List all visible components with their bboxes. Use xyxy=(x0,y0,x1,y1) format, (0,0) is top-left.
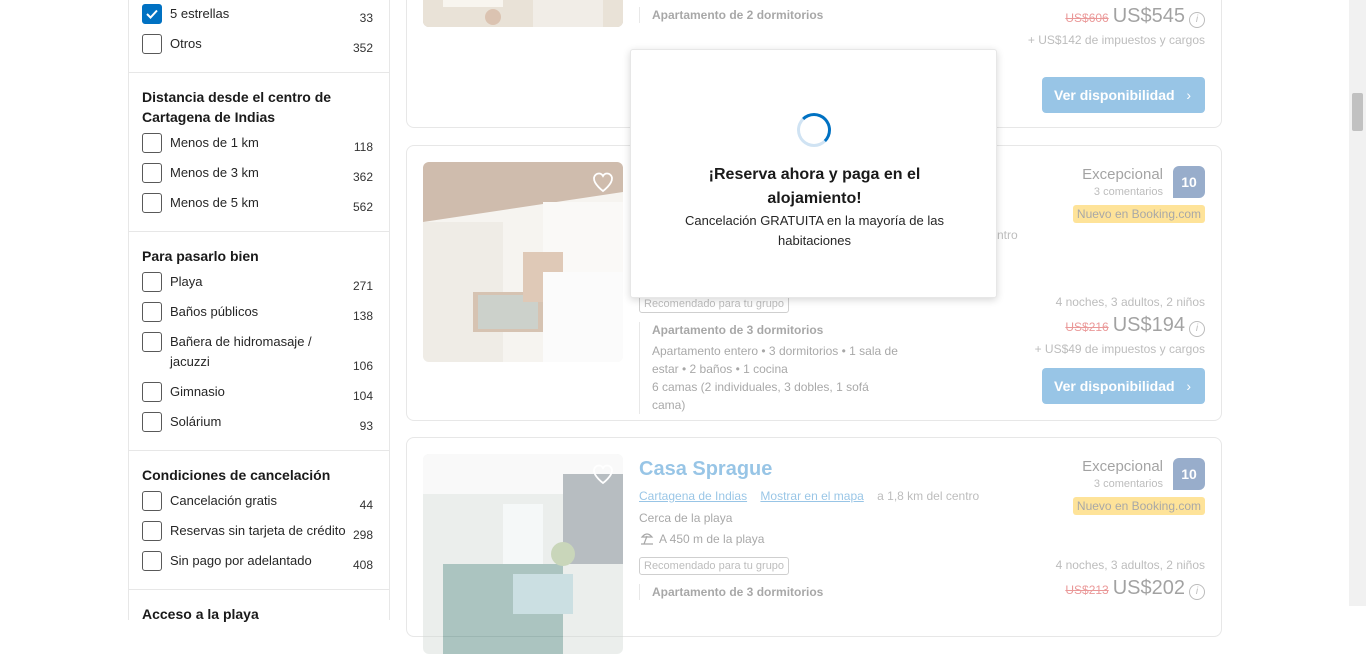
filter-title-cancellation: Condiciones de cancelación xyxy=(142,467,331,483)
checkbox[interactable] xyxy=(142,302,162,322)
beach-umbrella-icon xyxy=(640,533,654,545)
checkbox[interactable] xyxy=(142,412,162,432)
checkbox[interactable] xyxy=(142,491,162,511)
checkbox[interactable] xyxy=(142,382,162,402)
filter-title-distance: Distancia desde el centro de Cartagena d… xyxy=(142,89,332,125)
filter-5-stars[interactable]: 5 estrellas 33 xyxy=(129,4,389,34)
filter-jacuzzi[interactable]: Bañera de hidromasaje / jacuzzi 106 xyxy=(129,332,389,382)
old-price: US$606 xyxy=(1065,11,1109,25)
rating-word: Excepcional xyxy=(1082,166,1163,183)
old-price: US$216 xyxy=(1065,320,1109,334)
filter-distance-5km[interactable]: Menos de 5 km 562 xyxy=(129,193,389,223)
review-score[interactable]: 10 xyxy=(1173,166,1205,198)
loading-spinner-icon xyxy=(797,113,831,147)
show-on-map-link[interactable]: Mostrar en el mapa xyxy=(760,489,863,503)
vertical-scrollbar[interactable] xyxy=(1349,0,1366,606)
city-link[interactable]: Cartagena de Indias xyxy=(639,489,747,503)
filter-others[interactable]: Otros 352 xyxy=(129,34,389,64)
filters-sidebar: 5 estrellas 33 Otros 352 Distancia desde… xyxy=(128,0,390,622)
tax-line: + US$49 de impuestos y cargos xyxy=(1034,342,1205,356)
rating-count: 3 comentarios xyxy=(1093,186,1163,198)
room-block: Apartamento de 3 dormitorios xyxy=(639,584,823,600)
property-photo[interactable] xyxy=(423,162,623,362)
heart-icon[interactable] xyxy=(591,462,615,486)
checkbox[interactable] xyxy=(142,163,162,183)
checkbox[interactable] xyxy=(142,521,162,541)
new-badge: Nuevo en Booking.com xyxy=(1072,497,1205,515)
room-block: Apartamento de 2 dormitorios xyxy=(639,7,823,23)
check-icon xyxy=(146,9,158,19)
old-price: US$213 xyxy=(1065,583,1109,597)
tax-line: + US$142 de impuestos y cargos xyxy=(1027,33,1205,47)
price-row: US$216 US$194 i xyxy=(1065,314,1205,337)
filter-group-distance: Distancia desde el centro de Cartagena d… xyxy=(129,73,389,232)
stay-info: 4 noches, 3 adultos, 2 niños xyxy=(1055,558,1205,572)
checkbox[interactable] xyxy=(142,193,162,213)
see-availability-button[interactable]: Ver disponibilidad › xyxy=(1042,77,1205,113)
property-card: Casa Sprague Cartagena de Indias Mostrar… xyxy=(406,437,1222,654)
filter-group-fun: Para pasarlo bien Playa 271 Baños públic… xyxy=(129,232,389,451)
price-row: US$213 US$202 i xyxy=(1065,577,1205,600)
near-beach-text: Cerca de la playa xyxy=(639,511,733,525)
filter-free-cancel[interactable]: Cancelación gratis 44 xyxy=(129,491,389,521)
stay-info: 4 noches, 3 adultos, 2 niños xyxy=(1055,295,1205,309)
checkbox[interactable] xyxy=(142,551,162,571)
heart-icon[interactable] xyxy=(591,170,615,194)
price-row: US$606 US$545 i xyxy=(1065,5,1205,28)
room-block: Apartamento de 3 dormitorios Apartamento… xyxy=(639,322,902,414)
filter-solarium[interactable]: Solárium 93 xyxy=(129,412,389,442)
rating-word: Excepcional xyxy=(1082,458,1163,475)
scrollbar-thumb[interactable] xyxy=(1352,93,1363,131)
property-photo[interactable] xyxy=(423,454,623,654)
review-score[interactable]: 10 xyxy=(1173,458,1205,490)
chevron-right-icon: › xyxy=(1186,378,1191,394)
checkbox[interactable] xyxy=(142,272,162,292)
filter-no-card[interactable]: Reservas sin tarjeta de crédito 298 xyxy=(129,521,389,551)
see-availability-button[interactable]: Ver disponibilidad › xyxy=(1042,368,1205,404)
filter-title-beach-access: Acceso a la playa xyxy=(142,606,259,622)
filter-group-cancellation: Condiciones de cancelación Cancelación g… xyxy=(129,451,389,590)
filter-beach[interactable]: Playa 271 xyxy=(129,272,389,302)
property-photo[interactable] xyxy=(423,0,623,27)
loading-modal: ¡Reserva ahora y paga en el alojamiento!… xyxy=(630,49,997,298)
filter-distance-1km[interactable]: Menos de 1 km 118 xyxy=(129,133,389,163)
modal-title: ¡Reserva ahora y paga en el alojamiento! xyxy=(708,166,921,207)
chevron-right-icon: › xyxy=(1186,87,1191,103)
filter-gym[interactable]: Gimnasio 104 xyxy=(129,382,389,412)
filter-distance-3km[interactable]: Menos de 3 km 362 xyxy=(129,163,389,193)
filter-public-baths[interactable]: Baños públicos 138 xyxy=(129,302,389,332)
info-icon[interactable]: i xyxy=(1189,11,1205,28)
info-icon[interactable]: i xyxy=(1189,320,1205,337)
checkbox[interactable] xyxy=(142,133,162,153)
distance-text: a 1,8 km del centro xyxy=(877,489,980,503)
property-title[interactable]: Casa Sprague xyxy=(639,458,772,481)
rating-count: 3 comentarios xyxy=(1093,478,1163,490)
beach-distance: A 450 m de la playa xyxy=(639,532,764,546)
checkbox[interactable] xyxy=(142,332,162,352)
new-price: US$545 xyxy=(1112,5,1185,27)
new-price: US$194 xyxy=(1112,314,1185,336)
filter-no-prepay[interactable]: Sin pago por adelantado 408 xyxy=(129,551,389,581)
checkbox-checked[interactable] xyxy=(142,4,162,24)
info-icon[interactable]: i xyxy=(1189,583,1205,600)
recommended-badge: Recomendado para tu grupo xyxy=(639,557,790,575)
filter-group-beach-access: Acceso a la playa xyxy=(129,590,389,638)
distance-text: ntro xyxy=(997,228,1018,242)
new-price: US$202 xyxy=(1112,577,1185,599)
modal-subtitle: Cancelación GRATUITA en la mayoría de la… xyxy=(685,213,944,248)
filter-group-stars: 5 estrellas 33 Otros 352 xyxy=(129,0,389,73)
location-links: Cartagena de Indias Mostrar en el mapa a… xyxy=(639,489,979,503)
new-badge: Nuevo en Booking.com xyxy=(1072,205,1205,223)
checkbox[interactable] xyxy=(142,34,162,54)
filter-title-fun: Para pasarlo bien xyxy=(142,248,259,264)
